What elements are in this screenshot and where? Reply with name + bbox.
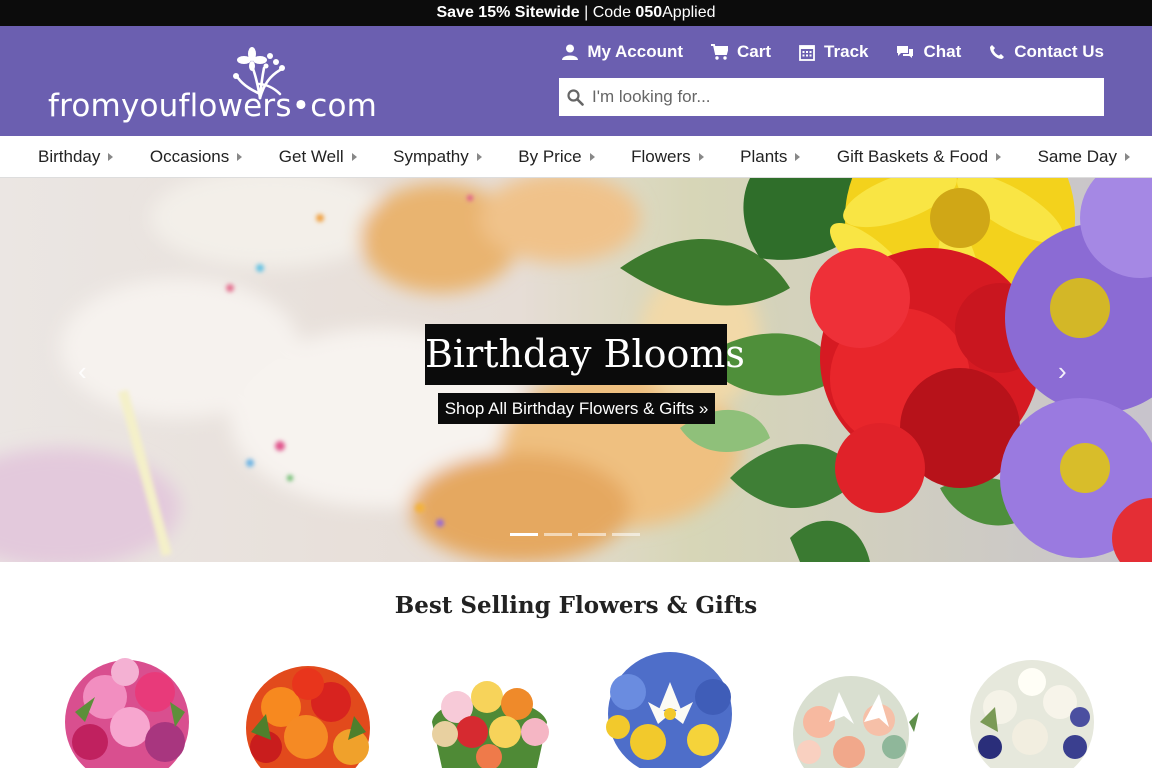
bouquet-image [432,681,549,768]
track-label: Track [824,42,869,61]
slide-dot[interactable] [612,533,640,536]
site-logo-text: fromyouflowers•com [48,88,378,124]
nav-flowers[interactable]: Flowers [631,147,704,167]
caret-right-icon [476,153,482,161]
caret-right-icon [351,153,357,161]
promo-code: 050 [635,4,663,21]
nav-birthday[interactable]: Birthday [38,146,114,167]
hero-banner[interactable]: Birthday Blooms Shop All Birthday Flower… [0,178,1152,562]
contact-us-link[interactable]: Contact Us [989,42,1104,62]
nav-sympathy[interactable]: Sympathy [393,147,482,167]
product-peach-white-lily-bouquet[interactable] [769,652,934,768]
slide-dot[interactable] [578,533,606,536]
bouquet-image [65,658,189,768]
promo-code-label: Code [592,4,636,21]
hero-prev-icon[interactable]: ‹ [78,356,87,387]
caret-right-icon [237,153,243,161]
calendar-icon [799,44,815,61]
hero-next-icon[interactable]: › [1058,356,1067,387]
caret-right-icon [795,153,801,161]
nav-label: Sympathy [393,146,469,166]
nav-label: Flowers [631,146,691,166]
contact-us-label: Contact Us [1014,42,1104,61]
promo-bar: Save 15% Sitewide | Code 050Applied [0,0,1152,26]
bouquet-image [970,660,1094,768]
search-icon [567,88,584,106]
nav-label: Plants [740,146,788,166]
slide-dot[interactable] [510,533,538,536]
search-input[interactable] [592,87,1072,107]
hero-title: Birthday Blooms [425,324,745,385]
nav-label: By Price [518,146,582,166]
product-orange-red-rose-bouquet[interactable] [226,652,391,768]
track-link[interactable]: Track [799,42,868,62]
promo-headline: Save 15% Sitewide [436,4,580,21]
cart-icon [711,44,729,60]
nav-label: Same Day [1037,146,1117,166]
nav-same-day[interactable]: Same Day [1038,147,1130,167]
person-icon [562,44,579,60]
chat-link[interactable]: Chat [896,42,961,62]
nav-label: Birthday [38,146,101,166]
site-header: fromyouflowers•com My Account Cart Track… [0,26,1152,136]
product-rainbow-rose-bouquet[interactable] [407,652,572,768]
product-white-purple-rose-bouquet[interactable] [950,652,1115,768]
bouquet-image [793,676,919,768]
promo-applied: Applied [662,4,716,21]
caret-right-icon [108,153,114,161]
search-bar[interactable] [559,78,1104,116]
best-sellers-title: Best Selling Flowers & Gifts [394,592,758,619]
nav-get-well[interactable]: Get Well [279,147,357,167]
caret-right-icon [698,153,704,161]
my-account-label: My Account [587,42,684,61]
nav-plants[interactable]: Plants [740,146,801,167]
promo-divider: | [579,4,593,21]
bouquet-image [606,652,732,768]
nav-by-price[interactable]: By Price [518,146,595,167]
nav-label: Gift Baskets & Food [836,146,989,166]
chat-label: Chat [923,42,962,61]
product-pink-lily-rose-bouquet[interactable] [45,652,210,768]
hero-shop-birthday-button[interactable]: Shop All Birthday Flowers & Gifts » [438,393,715,424]
nav-occasions[interactable]: Occasions [149,146,243,167]
chat-icon [897,46,914,58]
nav-gift-baskets-food[interactable]: Gift Baskets & Food [836,146,1002,167]
best-sellers-list [45,652,1115,768]
phone-icon [990,45,1005,59]
cart-link[interactable]: Cart [711,42,771,62]
nav-label: Occasions [149,146,230,166]
caret-right-icon [996,153,1002,161]
site-logo[interactable]: fromyouflowers•com [48,44,377,124]
category-nav: Birthday Occasions Get Well Sympathy By … [0,136,1152,178]
product-blue-yellow-lily-bouquet[interactable] [588,652,753,768]
hero-slide-indicators [510,533,640,536]
top-links: My Account Cart Track Chat Contact Us [562,42,1104,62]
nav-label: Get Well [278,146,344,166]
bouquet-image [246,666,370,768]
caret-right-icon [1124,153,1130,161]
slide-dot[interactable] [544,533,572,536]
cart-label: Cart [737,42,772,61]
my-account-link[interactable]: My Account [562,42,683,62]
caret-right-icon [589,153,595,161]
